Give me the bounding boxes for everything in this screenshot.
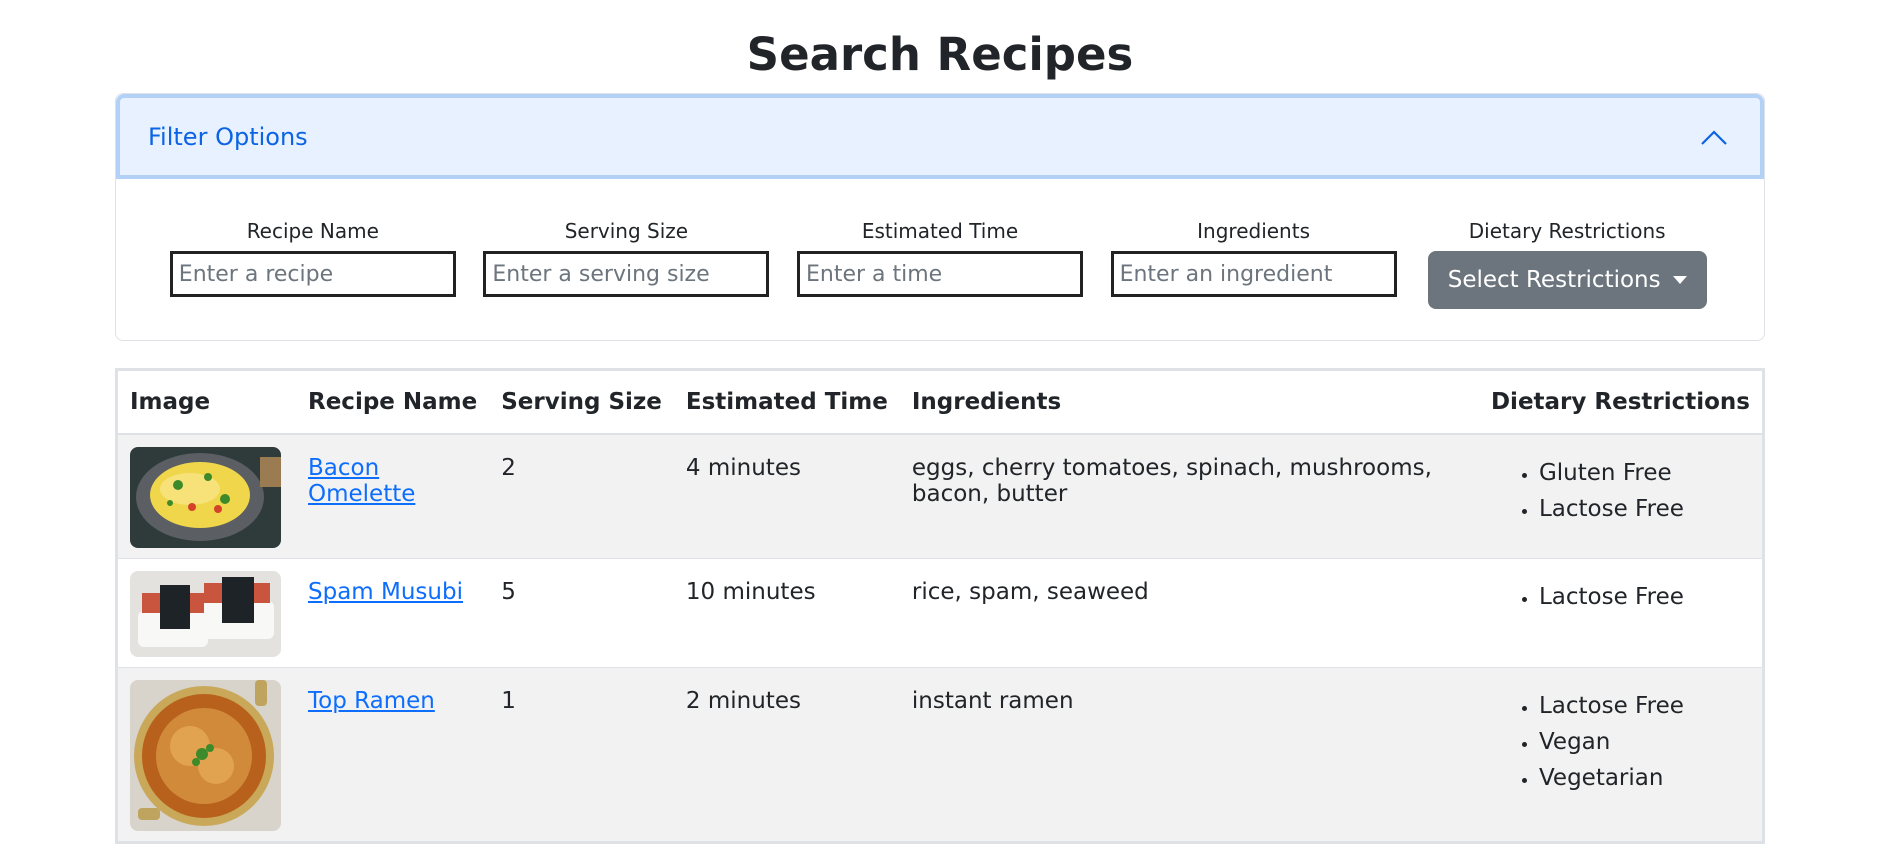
restriction-item: Lactose Free: [1539, 579, 1750, 615]
recipe-name-filter: Recipe Name: [168, 219, 458, 309]
ramen-image: [130, 680, 281, 831]
recipe-name-input[interactable]: [169, 251, 456, 297]
recipe-link[interactable]: Spam Musubi: [308, 579, 463, 605]
dietary-filter: Dietary Restrictions Select Restrictions: [1422, 219, 1712, 309]
restriction-item: Vegetarian: [1539, 760, 1750, 796]
serving-size-input[interactable]: [483, 251, 770, 297]
select-restrictions-label: Select Restrictions: [1447, 267, 1661, 293]
serving-size-filter: Serving Size: [481, 219, 771, 309]
filter-accordion-toggle[interactable]: Filter Options: [116, 94, 1764, 179]
recipe-name-cell: Top Ramen: [296, 667, 490, 841]
header-estimated-time: Estimated Time: [673, 371, 900, 435]
estimated-time-cell: 10 minutes: [673, 558, 900, 668]
dietary-restrictions-cell: Lactose Free: [1478, 558, 1762, 668]
restrictions-list: Lactose Free: [1491, 579, 1750, 615]
omelette-image: [130, 447, 281, 548]
filter-options-title: Filter Options: [148, 122, 308, 151]
restrictions-list: Lactose Free Vegan Vegetarian: [1491, 688, 1750, 796]
recipe-name-cell: Bacon Omelette: [296, 433, 490, 559]
chevron-up-icon[interactable]: [1698, 121, 1730, 153]
estimated-time-cell: 2 minutes: [673, 667, 900, 841]
image-cell: [118, 433, 296, 559]
recipes-table: Image Recipe Name Serving Size Estimated…: [115, 368, 1765, 844]
estimated-time-label: Estimated Time: [861, 219, 1019, 243]
ingredients-label: Ingredients: [1197, 219, 1310, 243]
restrictions-list: Gluten Free Lactose Free: [1491, 455, 1750, 527]
serving-size-cell: 5: [489, 558, 674, 668]
image-cell: [118, 558, 296, 668]
recipe-link[interactable]: Bacon Omelette: [308, 455, 415, 507]
table-row: Bacon Omelette 2 4 minutes eggs, cherry …: [118, 433, 1762, 559]
estimated-time-cell: 4 minutes: [673, 433, 900, 559]
serving-size-cell: 2: [489, 433, 674, 559]
dietary-restrictions-cell: Gluten Free Lactose Free: [1478, 433, 1762, 559]
image-cell: [118, 667, 296, 841]
ingredients-cell: instant ramen: [899, 667, 1479, 841]
table-row: Top Ramen 1 2 minutes instant ramen Lact…: [118, 667, 1762, 841]
restriction-item: Lactose Free: [1539, 491, 1750, 527]
table-header-row: Image Recipe Name Serving Size Estimated…: [118, 371, 1762, 435]
recipe-name-label: Recipe Name: [246, 219, 379, 243]
ingredients-filter: Ingredients: [1109, 219, 1399, 309]
table-row: Spam Musubi 5 10 minutes rice, spam, sea…: [118, 558, 1762, 668]
ingredients-input[interactable]: [1110, 251, 1397, 297]
header-serving-size: Serving Size: [489, 371, 674, 435]
serving-size-label: Serving Size: [564, 219, 689, 243]
header-dietary-restrictions: Dietary Restrictions: [1478, 371, 1762, 435]
recipe-name-cell: Spam Musubi: [296, 558, 490, 668]
page-title: Search Recipes: [746, 28, 1134, 81]
estimated-time-input[interactable]: [796, 251, 1083, 297]
restriction-item: Gluten Free: [1539, 455, 1750, 491]
dietary-restrictions-label: Dietary Restrictions: [1468, 219, 1666, 243]
header-recipe-name: Recipe Name: [296, 371, 490, 435]
restriction-item: Vegan: [1539, 724, 1750, 760]
estimated-time-filter: Estimated Time: [795, 219, 1085, 309]
header-ingredients: Ingredients: [899, 371, 1479, 435]
musubi-image: [130, 571, 281, 657]
caret-down-icon: [1672, 276, 1687, 284]
restriction-item: Lactose Free: [1539, 688, 1750, 724]
ingredients-cell: rice, spam, seaweed: [899, 558, 1479, 668]
filter-fields: Recipe Name Serving Size Estimated Time …: [116, 179, 1764, 309]
ingredients-cell: eggs, cherry tomatoes, spinach, mushroom…: [899, 433, 1479, 559]
serving-size-cell: 1: [489, 667, 674, 841]
recipe-link[interactable]: Top Ramen: [308, 688, 435, 714]
select-restrictions-dropdown[interactable]: Select Restrictions: [1427, 251, 1707, 309]
header-image: Image: [118, 371, 296, 435]
filter-accordion: Filter Options Recipe Name Serving Size …: [115, 93, 1765, 341]
dietary-restrictions-cell: Lactose Free Vegan Vegetarian: [1478, 667, 1762, 841]
